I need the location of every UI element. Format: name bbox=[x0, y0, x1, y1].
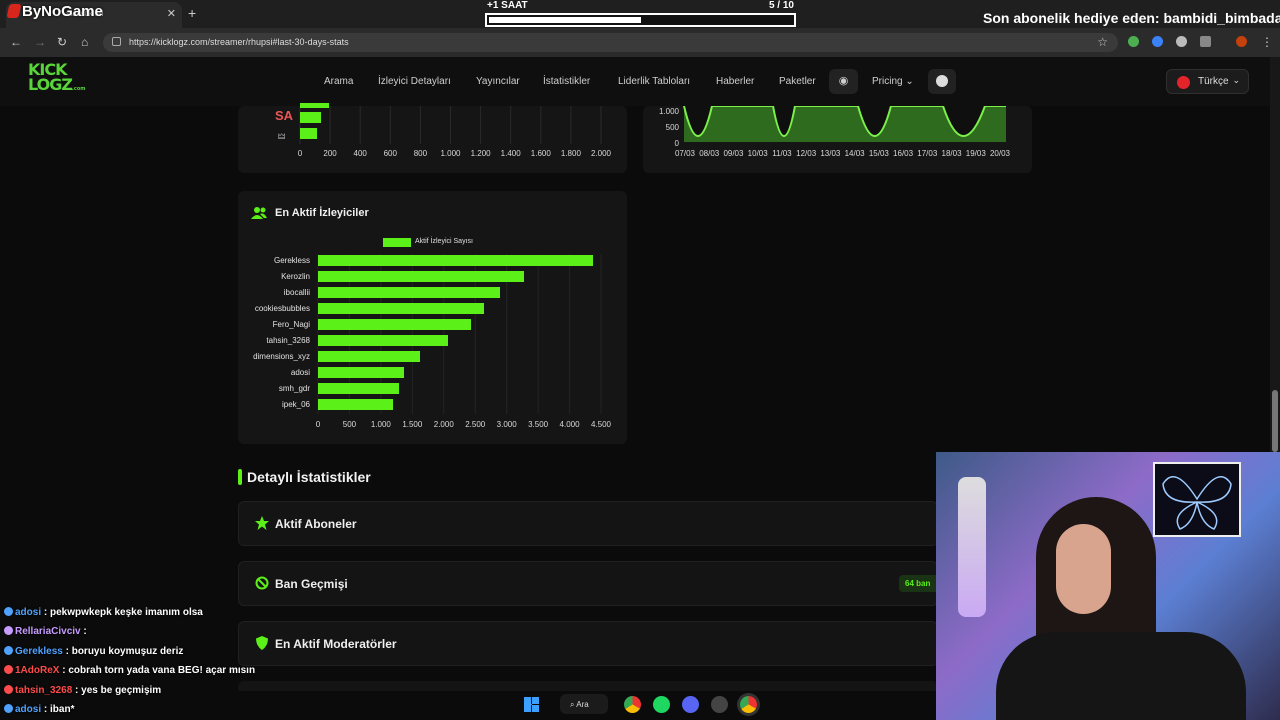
chat-message: RellariaCivciv : bbox=[4, 626, 87, 637]
x-tick-label: 2.500 bbox=[465, 420, 486, 429]
butterfly-artwork bbox=[1153, 462, 1241, 537]
chat-message: adosi : pekwpwkepk keşke imanım olsa bbox=[4, 607, 203, 618]
section-accent-bar bbox=[238, 469, 242, 485]
x-tick-label: 1.500 bbox=[402, 420, 423, 429]
spotify-icon[interactable] bbox=[653, 696, 670, 713]
ban-count-badge: 64 ban bbox=[899, 575, 939, 592]
scrollbar-thumb[interactable] bbox=[1272, 390, 1278, 452]
bar[interactable] bbox=[318, 351, 420, 362]
x-tick-label: 4.000 bbox=[559, 420, 580, 429]
star-icon bbox=[255, 516, 269, 530]
active-subscribers-accordion[interactable]: Aktif Aboneler bbox=[238, 501, 938, 546]
chrome-icon[interactable] bbox=[624, 696, 641, 713]
category-label: Gerekless bbox=[273, 256, 310, 265]
x-tick-label: 2.000 bbox=[433, 420, 454, 429]
accordion-label: En Aktif Moderatörler bbox=[275, 637, 397, 651]
accordion-label: Ban Geçmişi bbox=[275, 577, 348, 591]
chat-username[interactable]: adosi bbox=[15, 704, 41, 715]
bar[interactable] bbox=[318, 303, 485, 314]
category-label: dimensions_xyz bbox=[253, 352, 310, 361]
accordion-label: Aktif Aboneler bbox=[275, 517, 357, 531]
chat-badge-icon bbox=[4, 665, 13, 675]
chat-username[interactable]: RellariaCivciv bbox=[15, 626, 81, 637]
bar[interactable] bbox=[318, 335, 449, 346]
discord-taskbar-icon[interactable] bbox=[682, 696, 699, 713]
chat-text: : boruyu koymuşuz deriz bbox=[62, 645, 184, 657]
taskbar-search[interactable]: ⌕ Ara bbox=[560, 694, 608, 714]
chat-badge-icon bbox=[4, 684, 13, 694]
x-tick-label: 4.500 bbox=[590, 420, 612, 429]
chat-badge-icon bbox=[4, 607, 13, 616]
chat-text: : cobrah torn yada vana BEG! açar mısın bbox=[59, 665, 256, 677]
ban-history-accordion[interactable]: Ban Geçmişi bbox=[238, 561, 938, 606]
chat-message: tahsin_3268 : yes be geçmişim bbox=[4, 684, 162, 696]
chat-username[interactable]: Gerekless bbox=[15, 646, 63, 657]
chat-badge-icon bbox=[4, 645, 13, 655]
ban-icon bbox=[255, 576, 269, 590]
chat-message: 1AdoReX : cobrah torn yada vana BEG! aça… bbox=[4, 665, 255, 676]
bar[interactable] bbox=[318, 287, 501, 298]
section-title: Detaylı İstatistikler bbox=[247, 469, 371, 485]
chat-badge-icon bbox=[4, 626, 13, 636]
category-label: Fero_Nagi bbox=[272, 320, 310, 329]
chat-text: : iban* bbox=[41, 704, 75, 715]
category-label: cookiesbubbles bbox=[254, 304, 310, 313]
category-label: smh_gdr bbox=[278, 384, 310, 393]
next-accordion-edge bbox=[238, 681, 938, 691]
shield-icon bbox=[256, 636, 268, 650]
category-label: adosi bbox=[290, 368, 310, 377]
bar[interactable] bbox=[318, 271, 525, 282]
microphone bbox=[958, 477, 986, 617]
streamer-body bbox=[996, 632, 1246, 720]
x-tick-label: 1.000 bbox=[370, 420, 391, 429]
chat-badge-icon bbox=[4, 704, 13, 713]
streamer-webcam bbox=[936, 452, 1280, 720]
chat-text: : bbox=[80, 626, 87, 638]
x-tick-label: 3.500 bbox=[528, 420, 549, 429]
bar[interactable] bbox=[318, 383, 400, 394]
settings-icon[interactable] bbox=[711, 696, 728, 713]
category-label: Kerozlin bbox=[281, 272, 310, 281]
bar[interactable] bbox=[318, 255, 594, 266]
windows-taskbar bbox=[520, 693, 766, 717]
chat-message: Gerekless : boruyu koymuşuz deriz bbox=[4, 645, 184, 657]
bar[interactable] bbox=[318, 367, 404, 378]
category-label: ibocallii bbox=[283, 288, 310, 297]
x-tick-label: 3.000 bbox=[496, 420, 517, 429]
chrome-active-icon[interactable] bbox=[740, 696, 757, 713]
chat-username[interactable]: tahsin_3268 bbox=[15, 685, 72, 696]
x-tick-label: 0 bbox=[315, 420, 321, 429]
chat-message: adosi : iban* bbox=[4, 704, 74, 715]
chat-username[interactable]: adosi bbox=[15, 607, 41, 618]
bar[interactable] bbox=[318, 399, 394, 410]
bar[interactable] bbox=[318, 319, 472, 330]
x-tick-label: 500 bbox=[342, 420, 357, 429]
streamer-face bbox=[1056, 524, 1111, 614]
category-label: tahsin_3268 bbox=[266, 336, 310, 345]
category-label: ipek_06 bbox=[281, 400, 310, 409]
chat-text: : pekwpwkepk keşke imanım olsa bbox=[41, 607, 203, 618]
taskbar-search-label: Ara bbox=[576, 700, 589, 709]
chat-username[interactable]: 1AdoReX bbox=[15, 665, 59, 676]
chat-text: : yes be geçmişim bbox=[72, 684, 162, 696]
most-active-moderators-accordion[interactable]: En Aktif Moderatörler bbox=[238, 621, 938, 666]
